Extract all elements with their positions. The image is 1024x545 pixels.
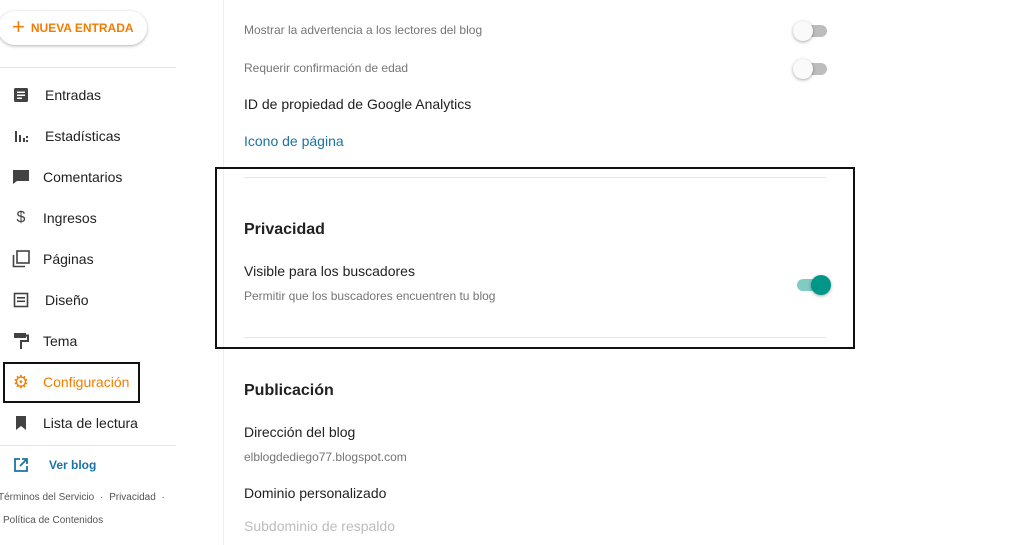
external-link-icon <box>12 456 30 474</box>
privacy-highlight-box <box>215 167 855 349</box>
sidebar-divider <box>0 445 176 446</box>
publishing-section-title: Publicación <box>244 382 334 399</box>
view-blog-link[interactable]: Ver blog <box>0 448 176 482</box>
sidebar-item-label: Entradas <box>45 87 102 103</box>
sidebar-item-label: Comentarios <box>43 169 123 185</box>
new-entry-button[interactable]: + NUEVA ENTRADA <box>0 11 147 45</box>
theme-icon <box>12 332 30 350</box>
sidebar-item-diseno[interactable]: Diseño <box>0 283 176 317</box>
sidebar-item-ingresos[interactable]: $ Ingresos <box>0 201 176 235</box>
sidebar-item-label: Estadísticas <box>45 128 121 144</box>
sidebar-item-comentarios[interactable]: Comentarios <box>0 160 176 194</box>
section-divider <box>244 337 826 338</box>
comments-icon <box>12 168 30 186</box>
posts-icon <box>12 86 30 104</box>
privacy-section-title: Privacidad <box>244 221 325 238</box>
analytics-id-setting[interactable]: ID de propiedad de Google Analytics <box>244 96 471 112</box>
new-entry-label: NUEVA ENTRADA <box>30 21 134 35</box>
sidebar-item-estadisticas[interactable]: Estadísticas <box>0 119 176 153</box>
favicon-setting[interactable]: Icono de página <box>244 133 344 149</box>
sidebar-item-label: Páginas <box>43 251 94 267</box>
warning-readers-label: Mostrar la advertencia a los lectores de… <box>244 23 483 37</box>
dollar-icon: $ <box>16 209 26 226</box>
sidebar-item-paginas[interactable]: Páginas <box>0 242 176 276</box>
content-policy-link[interactable]: Política de Contenidos <box>3 515 103 526</box>
age-confirm-toggle[interactable] <box>793 59 829 79</box>
footer-links: Términos del Servicio · Privacidad · <box>0 492 165 503</box>
custom-domain-setting[interactable]: Dominio personalizado <box>244 485 386 501</box>
visible-search-toggle[interactable] <box>795 275 831 295</box>
sidebar: + NUEVA ENTRADA Entradas Estadísticas Co… <box>0 0 224 545</box>
blog-address-value: elblogdediego77.blogspot.com <box>244 450 407 464</box>
fallback-subdomain-setting: Subdominio de respaldo <box>244 518 395 534</box>
sidebar-item-lista-de-lectura[interactable]: Lista de lectura <box>0 406 176 440</box>
view-blog-label: Ver blog <box>49 458 97 472</box>
blog-address-label[interactable]: Dirección del blog <box>244 424 355 440</box>
age-confirm-label: Requerir confirmación de edad <box>244 61 409 75</box>
plus-icon: + <box>12 14 25 39</box>
privacy-link[interactable]: Privacidad <box>109 492 156 503</box>
layout-icon <box>12 291 30 309</box>
sidebar-item-label: Diseño <box>45 292 89 308</box>
sidebar-item-entradas[interactable]: Entradas <box>0 78 176 112</box>
visible-search-sub: Permitir que los buscadores encuentren t… <box>244 289 496 303</box>
footer-links-2: Política de Contenidos <box>3 515 103 526</box>
pages-icon <box>12 250 30 268</box>
sidebar-item-label: Lista de lectura <box>43 415 138 431</box>
sidebar-item-label: Ingresos <box>43 210 97 226</box>
terms-link[interactable]: Términos del Servicio <box>0 492 94 503</box>
visible-search-label: Visible para los buscadores <box>244 263 415 279</box>
stats-icon <box>12 127 30 145</box>
sidebar-divider <box>0 67 176 68</box>
warning-readers-toggle[interactable] <box>793 21 829 41</box>
configuracion-highlight-box <box>3 362 140 403</box>
sidebar-item-tema[interactable]: Tema <box>0 324 176 358</box>
sidebar-item-label: Tema <box>43 333 78 349</box>
bookmark-icon <box>12 414 30 432</box>
